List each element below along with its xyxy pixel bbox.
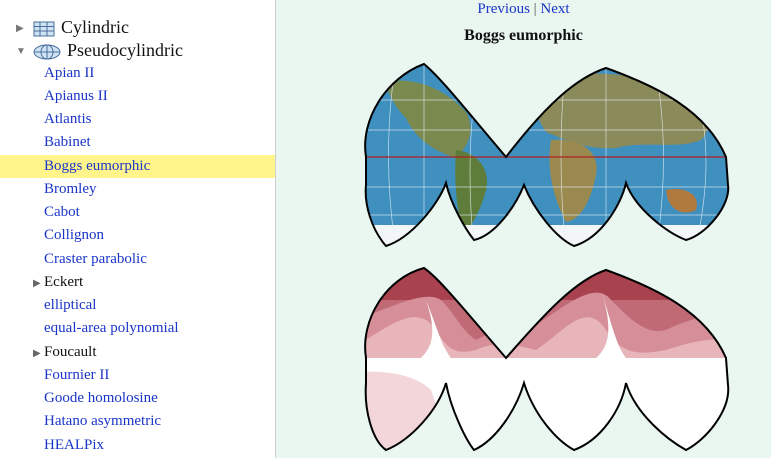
projection-link[interactable]: Fournier II bbox=[44, 367, 109, 383]
projection-item[interactable]: Collignon bbox=[0, 224, 275, 247]
projection-item[interactable]: Apian II bbox=[0, 62, 275, 85]
projection-item[interactable]: Hatano asymmetric bbox=[0, 410, 275, 433]
projection-item[interactable]: Goode homolosine bbox=[0, 387, 275, 410]
projection-viewer: Previous | Next Boggs eumorphic bbox=[276, 0, 771, 458]
projection-link[interactable]: Apianus II bbox=[44, 88, 108, 104]
projection-link[interactable]: Atlantis bbox=[44, 111, 92, 127]
projection-item[interactable]: Cabot bbox=[0, 201, 275, 224]
projection-item[interactable]: Craster parabolic bbox=[0, 248, 275, 271]
world-map-top bbox=[365, 64, 729, 246]
expand-right-icon[interactable]: ▶ bbox=[16, 18, 28, 40]
category-pseudocylindric[interactable]: ▼ Pseudocylindric bbox=[0, 39, 183, 61]
projection-link[interactable]: Cabot bbox=[44, 204, 80, 220]
projection-item[interactable]: HEALPix bbox=[0, 434, 275, 457]
projection-link[interactable]: Goode homolosine bbox=[44, 390, 158, 406]
projection-link[interactable]: equal-area polynomial bbox=[44, 320, 179, 336]
projection-item[interactable]: Bromley bbox=[0, 178, 275, 201]
projection-item[interactable]: Apianus II bbox=[0, 85, 275, 108]
projection-folder-eckert[interactable]: ▶ Eckert bbox=[0, 271, 275, 294]
pseudocylindric-globe-icon bbox=[33, 44, 60, 60]
projection-item[interactable]: Fournier II bbox=[0, 364, 275, 387]
projection-link[interactable]: elliptical bbox=[44, 297, 96, 313]
folder-label[interactable]: Foucault bbox=[44, 344, 97, 360]
folder-label[interactable]: Eckert bbox=[44, 274, 83, 290]
projection-link[interactable]: Collignon bbox=[44, 227, 104, 243]
projection-maps bbox=[364, 62, 730, 452]
projection-item[interactable]: Babinet bbox=[0, 131, 275, 154]
category-label[interactable]: Cylindric bbox=[61, 17, 129, 37]
collapse-down-icon[interactable]: ▼ bbox=[16, 41, 28, 63]
projection-item-selected[interactable]: Boggs eumorphic bbox=[0, 155, 275, 178]
distortion-map-bottom bbox=[365, 268, 729, 450]
category-cylindric[interactable]: ▶ Cylindric bbox=[0, 16, 129, 38]
category-label[interactable]: Pseudocylindric bbox=[67, 40, 183, 60]
projection-item[interactable]: equal-area polynomial bbox=[0, 317, 275, 340]
projection-link[interactable]: Apian II bbox=[44, 65, 94, 81]
projection-folder-foucault[interactable]: ▶ Foucault bbox=[0, 341, 275, 364]
projection-link[interactable]: HEALPix bbox=[44, 437, 104, 453]
cylindric-grid-icon bbox=[33, 21, 54, 37]
expand-right-icon[interactable]: ▶ bbox=[33, 342, 42, 365]
projection-link[interactable]: Hatano asymmetric bbox=[44, 413, 161, 429]
projection-item[interactable]: elliptical bbox=[0, 294, 275, 317]
projection-tree-sidebar: ▶ Cylindric ▼ Pseudocylindric Apian II A… bbox=[0, 0, 276, 458]
projection-item[interactable]: Atlantis bbox=[0, 108, 275, 131]
projection-link[interactable]: Boggs eumorphic bbox=[44, 158, 150, 174]
projection-link[interactable]: Craster parabolic bbox=[44, 251, 147, 267]
projection-link[interactable]: Bromley bbox=[44, 181, 97, 197]
projection-link[interactable]: Babinet bbox=[44, 134, 91, 150]
expand-right-icon[interactable]: ▶ bbox=[33, 272, 42, 295]
